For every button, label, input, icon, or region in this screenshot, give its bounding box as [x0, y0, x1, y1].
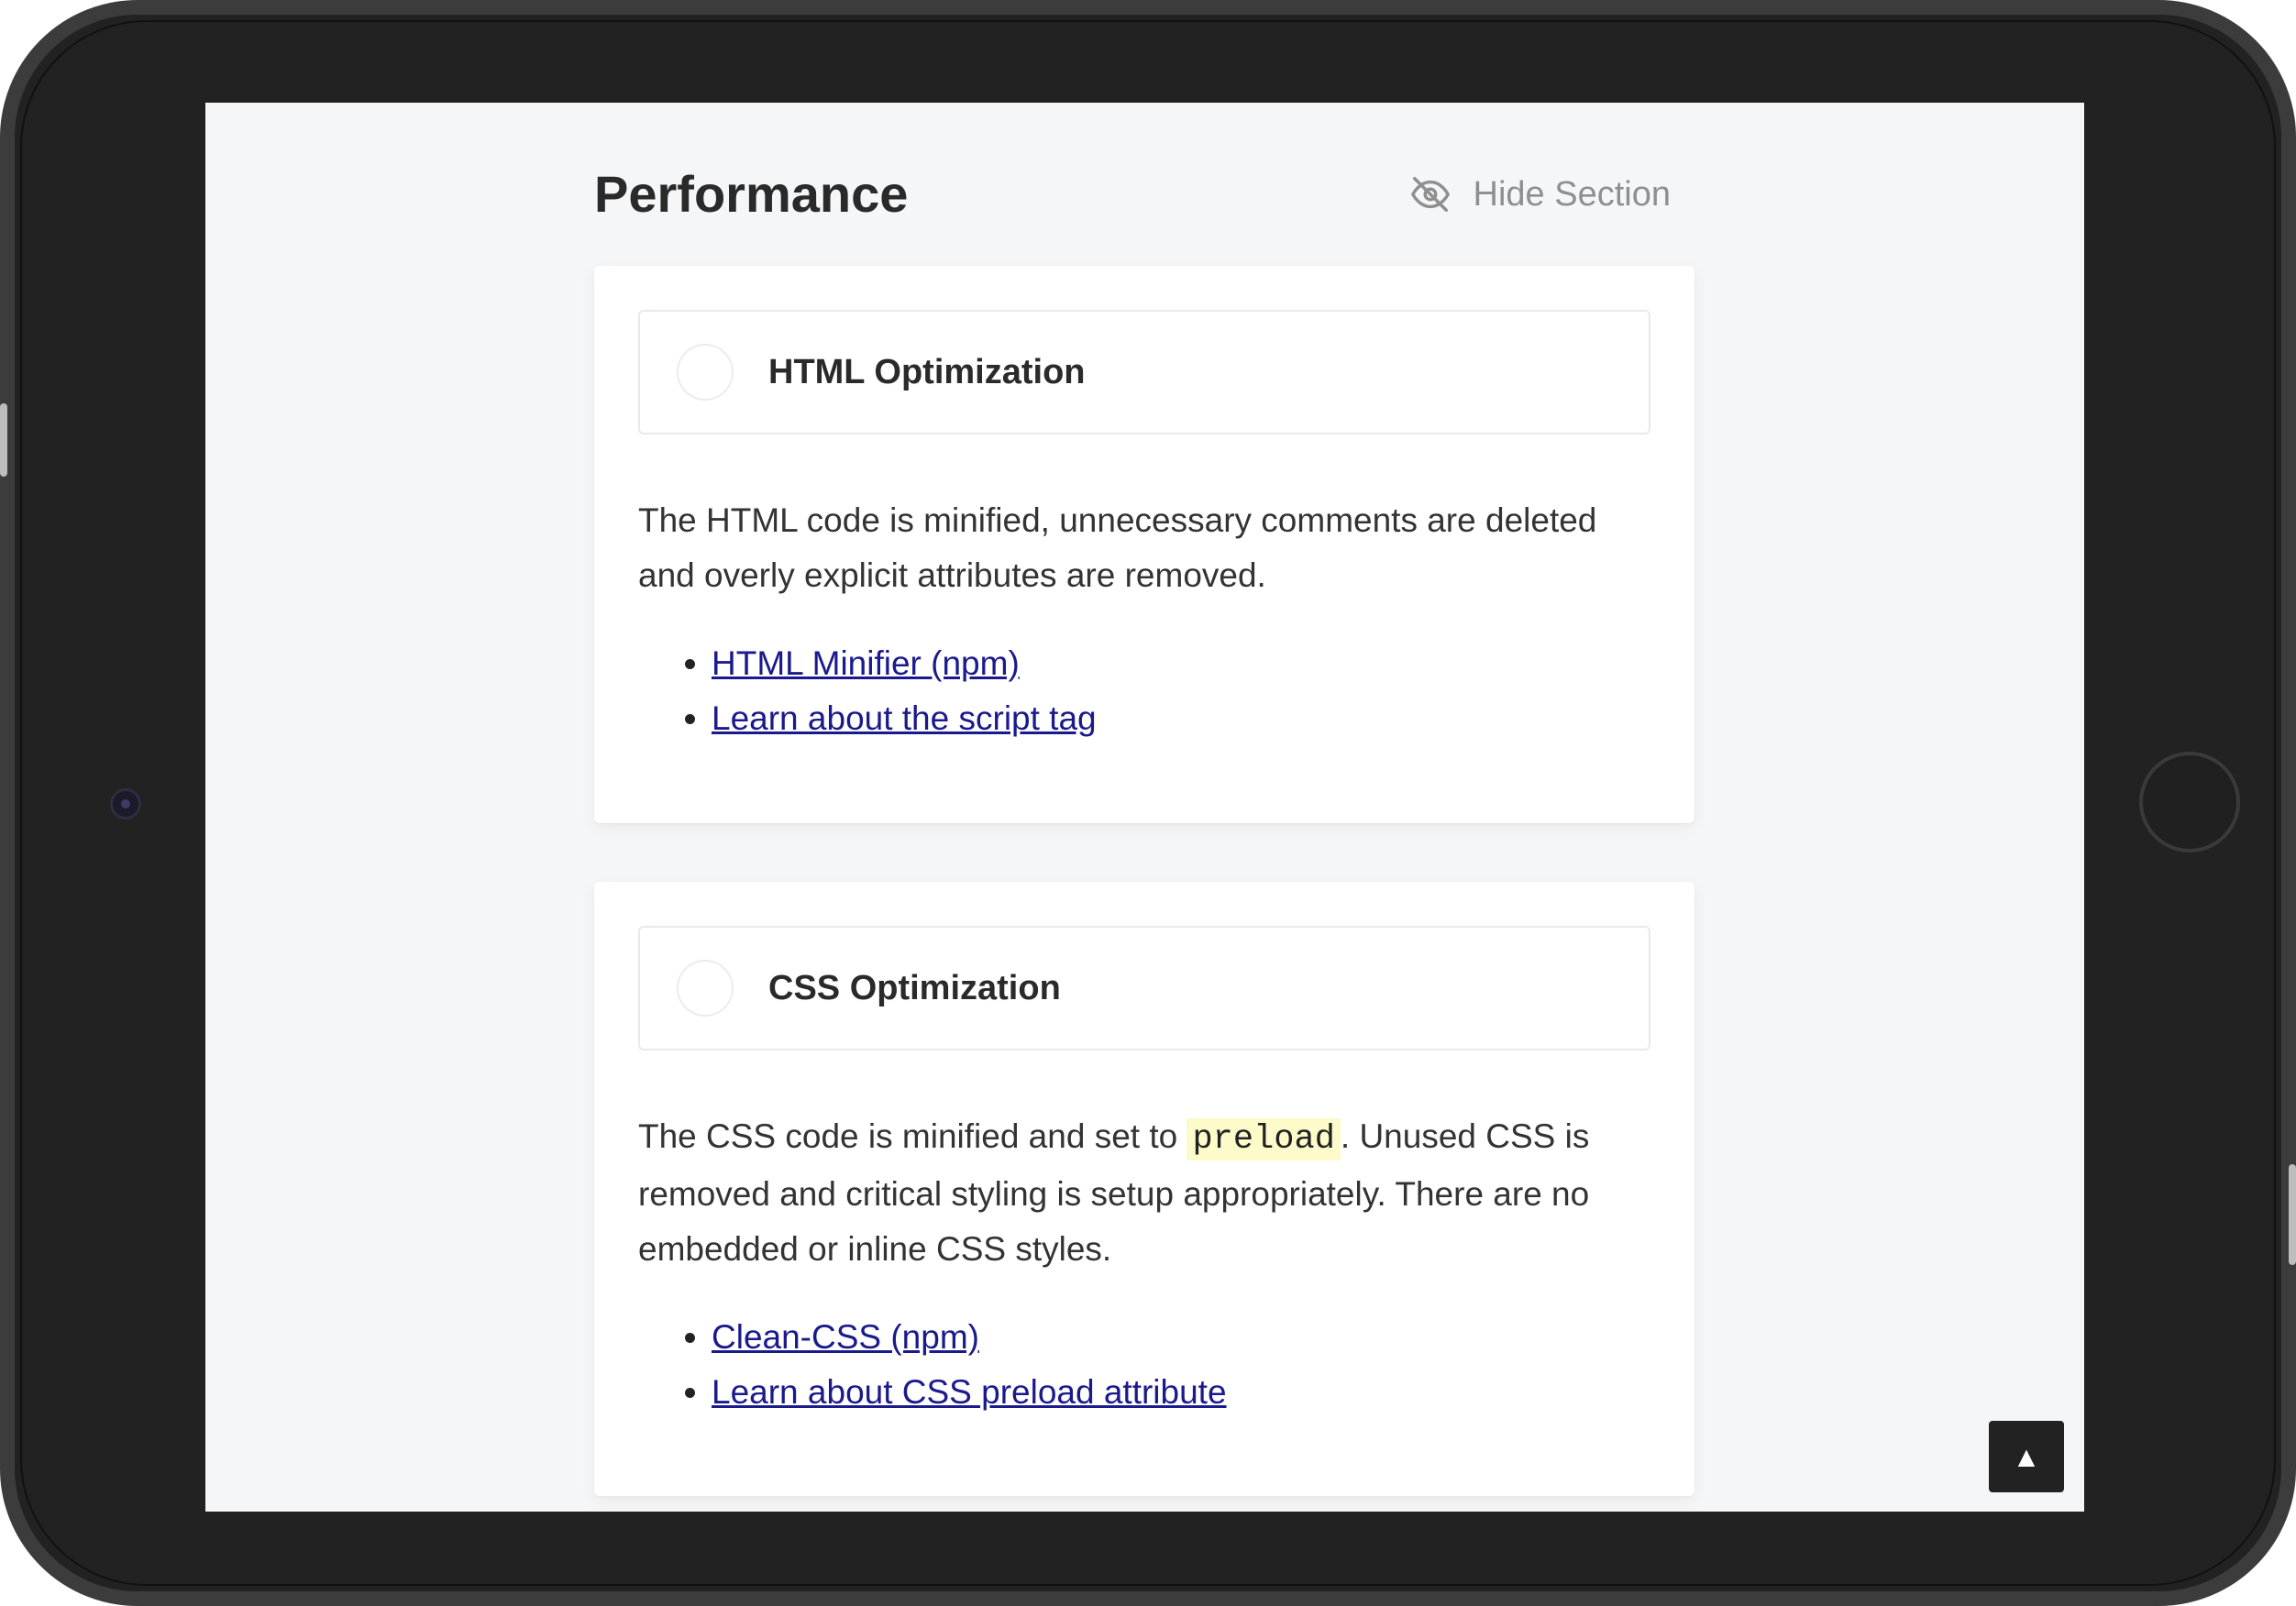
list-item: Learn about CSS preload attribute: [712, 1365, 1650, 1420]
scroll-to-top-button[interactable]: ▲: [1989, 1421, 2064, 1492]
resource-links: HTML Minifier (npm) Learn about the scri…: [638, 636, 1650, 746]
checklist-card-css: CSS Optimization The CSS code is minifie…: [594, 882, 1694, 1496]
home-button[interactable]: [2139, 752, 2240, 852]
arrow-up-icon: ▲: [2017, 1444, 2036, 1469]
link-css-preload[interactable]: Learn about CSS preload attribute: [712, 1373, 1227, 1411]
checkbox-circle[interactable]: [677, 960, 734, 1017]
item-description: The CSS code is minified and set to prel…: [638, 1109, 1650, 1277]
code-snippet: preload: [1187, 1118, 1341, 1160]
description-text: The CSS code is minified and set to: [638, 1117, 1187, 1155]
front-camera: [110, 788, 141, 820]
hide-section-button[interactable]: Hide Section: [1409, 165, 1671, 224]
section-title: Performance: [594, 165, 909, 223]
checklist-card-html: HTML Optimization The HTML code is minif…: [594, 266, 1694, 823]
hide-section-label: Hide Section: [1473, 174, 1671, 214]
item-description: The HTML code is minified, unnecessary c…: [638, 501, 1597, 594]
volume-button: [0, 403, 7, 477]
check-title: HTML Optimization: [768, 352, 1086, 391]
link-script-tag[interactable]: Learn about the script tag: [712, 699, 1097, 737]
list-item: Clean-CSS (npm): [712, 1310, 1650, 1365]
link-clean-css[interactable]: Clean-CSS (npm): [712, 1318, 979, 1356]
check-item-css-optimization[interactable]: CSS Optimization: [638, 926, 1650, 1050]
checkbox-circle[interactable]: [677, 344, 734, 401]
resource-links: Clean-CSS (npm) Learn about CSS preload …: [638, 1310, 1650, 1420]
check-item-html-optimization[interactable]: HTML Optimization: [638, 310, 1650, 434]
link-html-minifier[interactable]: HTML Minifier (npm): [712, 644, 1020, 682]
list-item: HTML Minifier (npm): [712, 636, 1650, 691]
eye-slash-icon: [1409, 173, 1452, 215]
power-button: [2289, 1164, 2296, 1265]
check-title: CSS Optimization: [768, 968, 1061, 1007]
section-header: Performance Hide Section: [594, 139, 1694, 249]
screen: Performance Hide Section HTML Optimizati…: [205, 103, 2084, 1512]
list-item: Learn about the script tag: [712, 691, 1650, 746]
